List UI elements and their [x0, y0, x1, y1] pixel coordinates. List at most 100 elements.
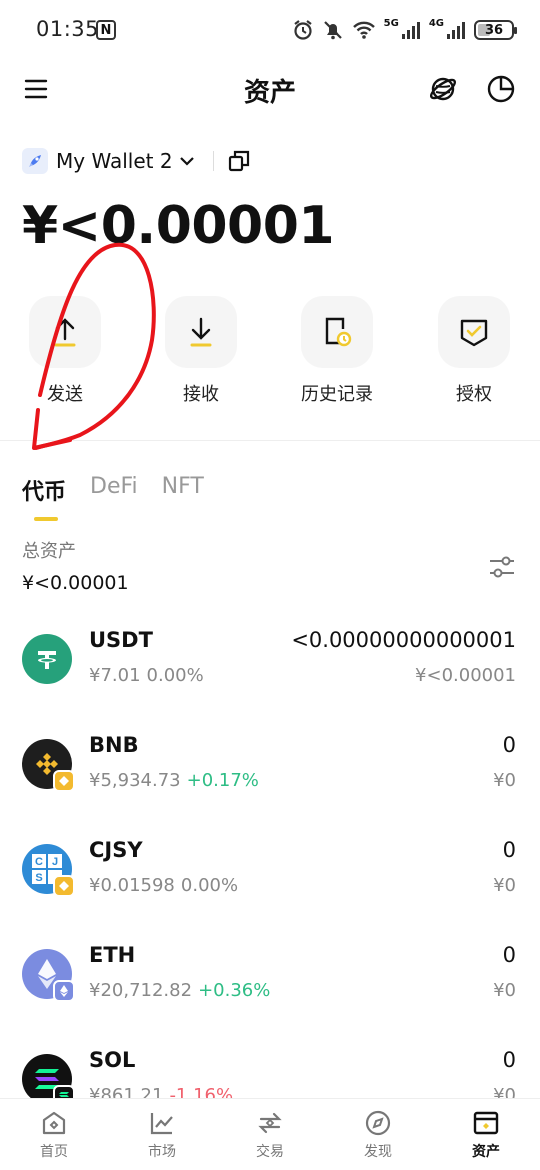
tether-icon [38, 651, 56, 669]
nav-trade[interactable]: 交易 [216, 1099, 324, 1170]
svg-text:C: C [35, 856, 43, 868]
bnb-logo [22, 739, 75, 792]
nav-market-label: 市场 [148, 1144, 176, 1160]
header: 资产 [0, 60, 540, 118]
token-list: USDT ¥7.01 0.00% <0.00000000000001 ¥<0.00… [0, 610, 540, 1098]
wallet-selector[interactable]: My Wallet 2 [22, 146, 250, 176]
nfc-icon: N [96, 20, 116, 40]
home-icon [42, 1111, 66, 1135]
token-price: ¥861.21 -1.16% [89, 1085, 233, 1098]
token-row-cjsy[interactable]: CJS CJSY ¥0.01598 0.00% 0 ¥0 [0, 820, 540, 925]
token-amount: <0.00000000000001 [291, 628, 516, 652]
signal-5g-icon [401, 22, 420, 39]
nav-assets[interactable]: 资产 [432, 1099, 540, 1170]
arrow-up-icon [54, 318, 76, 347]
eth-chain-badge-icon [53, 980, 75, 1002]
bsc-chain-badge-icon [53, 875, 75, 897]
token-change: +0.17% [186, 770, 259, 791]
receive-button[interactable]: 接收 [146, 296, 256, 406]
discover-compass-icon [365, 1110, 391, 1136]
token-symbol: ETH [89, 943, 136, 967]
wallet-assets-icon [473, 1111, 499, 1135]
asset-tabs: 代币 DeFi NFT [22, 474, 204, 506]
token-price: ¥0.01598 0.00% [89, 875, 238, 896]
svg-text:J: J [52, 856, 58, 868]
pie-chart-icon[interactable] [486, 74, 516, 104]
token-price: ¥5,934.73 +0.17% [89, 770, 259, 791]
authorize-button[interactable]: 授权 [419, 296, 529, 406]
token-price-value: ¥20,712.82 [89, 980, 193, 1001]
status-icons: 5G 4G 36 [292, 18, 517, 42]
wallet-balance: ¥<0.00001 [22, 196, 335, 256]
token-value: ¥0 [493, 1085, 516, 1098]
copy-icon[interactable] [228, 150, 250, 172]
token-change: 0.00% [146, 665, 204, 686]
token-amount: 0 [502, 838, 516, 862]
receive-button-bg[interactable] [165, 296, 237, 368]
token-amount: 0 [502, 733, 516, 757]
authorize-button-bg[interactable] [438, 296, 510, 368]
send-button-bg[interactable] [29, 296, 101, 368]
wifi-icon [352, 21, 375, 39]
action-buttons: 发送 接收 历史记录 授权 [0, 296, 540, 406]
bsc-chain-badge-icon [53, 770, 75, 792]
tab-tokens[interactable]: 代币 [22, 474, 66, 506]
token-row-eth[interactable]: ETH ¥20,712.82 +0.36% 0 ¥0 [0, 925, 540, 1030]
total-assets-label: 总资产 [22, 541, 76, 562]
svg-text:S: S [35, 872, 42, 884]
sol-chain-badge-icon [53, 1085, 75, 1098]
market-chart-icon [150, 1113, 173, 1135]
token-row-sol[interactable]: SOL ¥861.21 -1.16% 0 ¥0 [0, 1030, 540, 1098]
tab-nft[interactable]: NFT [162, 474, 204, 506]
nav-home[interactable]: 首页 [0, 1099, 108, 1170]
token-price-value: ¥861.21 [89, 1085, 164, 1098]
authorize-label: 授权 [456, 384, 492, 405]
send-label: 发送 [47, 384, 83, 405]
token-value: ¥0 [493, 980, 516, 1001]
history-label: 历史记录 [301, 384, 373, 405]
status-bar: 01:35 N 5G 4G 36 [0, 0, 540, 60]
token-symbol: BNB [89, 733, 139, 757]
history-button[interactable]: 历史记录 [282, 296, 392, 406]
token-value: ¥<0.00001 [415, 665, 516, 686]
token-change: -1.16% [169, 1085, 234, 1098]
divider [212, 151, 214, 171]
signal-5g-label: 5G [383, 18, 399, 29]
status-time: 01:35 [36, 17, 100, 41]
token-change: 0.00% [180, 875, 239, 896]
token-price: ¥7.01 0.00% [89, 665, 204, 686]
send-button[interactable]: 发送 [10, 296, 120, 406]
sol-logo [22, 1054, 75, 1098]
token-row-usdt[interactable]: USDT ¥7.01 0.00% <0.00000000000001 ¥<0.00… [0, 610, 540, 715]
battery-icon: 36 [474, 20, 517, 40]
total-assets-value: ¥<0.00001 [22, 572, 129, 594]
token-amount: 0 [502, 1048, 516, 1072]
trade-swap-icon [258, 1112, 282, 1134]
filter-sliders-icon[interactable] [488, 554, 516, 580]
chevron-down-icon[interactable] [179, 155, 195, 167]
token-value: ¥0 [493, 875, 516, 896]
nav-market[interactable]: 市场 [108, 1099, 216, 1170]
battery-level: 36 [484, 22, 504, 38]
signal-4g-label: 4G [428, 18, 444, 29]
nav-discover-label: 发现 [364, 1144, 392, 1160]
usdt-logo [22, 634, 72, 684]
rocket-icon [29, 155, 41, 167]
alarm-icon [293, 20, 312, 40]
tab-defi[interactable]: DeFi [90, 474, 138, 506]
signal-4g-icon [447, 22, 465, 39]
bottom-nav: 首页 市场 交易 发现 资产 [0, 1098, 540, 1170]
history-button-bg[interactable] [301, 296, 373, 368]
token-row-bnb[interactable]: BNB ¥5,934.73 +0.17% 0 ¥0 [0, 715, 540, 820]
cjsy-logo: CJS [22, 844, 75, 897]
token-symbol: SOL [89, 1048, 136, 1072]
receive-label: 接收 [183, 384, 219, 405]
wallet-avatar [22, 148, 48, 174]
token-price-value: ¥5,934.73 [89, 770, 181, 791]
token-amount: 0 [502, 943, 516, 967]
wallet-name: My Wallet 2 [56, 149, 173, 173]
token-price: ¥20,712.82 +0.36% [89, 980, 270, 1001]
arrow-down-icon [190, 317, 212, 347]
nav-discover[interactable]: 发现 [324, 1099, 432, 1170]
globe-network-icon[interactable] [428, 74, 458, 104]
